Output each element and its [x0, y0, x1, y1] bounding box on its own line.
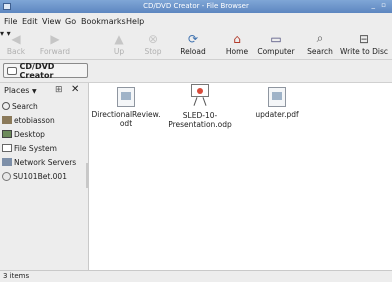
menu-bar: File Edit View Go Bookmarks Help	[0, 14, 392, 28]
location-bar: CD/DVD Creator	[0, 60, 392, 83]
reload-icon: ⟳	[187, 31, 199, 46]
split-pane-icon[interactable]: ⊞	[55, 85, 63, 95]
file-view[interactable]: DirectionalReview. odt SLED-10- Presenta…	[89, 83, 392, 270]
search-icon	[2, 102, 10, 110]
desktop-icon	[2, 130, 12, 138]
stop-icon: ⊗	[147, 31, 159, 46]
up-arrow-icon: ▲	[114, 31, 124, 46]
computer-icon: ▭	[270, 31, 282, 46]
sidebar-item-home[interactable]: etobiasson	[0, 114, 87, 126]
sidebar-item-desktop[interactable]: Desktop	[0, 128, 87, 140]
search-button[interactable]: ⌕ Search	[305, 31, 335, 56]
sidebar-item-network-servers[interactable]: Network Servers	[0, 156, 87, 168]
window-title: CD/DVD Creator - File Browser	[143, 2, 249, 10]
file-name-line1: SLED-10-	[182, 111, 218, 120]
back-button[interactable]: ◀ Back	[4, 31, 28, 57]
file-item[interactable]: DirectionalReview. odt	[90, 87, 162, 128]
network-icon	[2, 158, 12, 166]
status-bar: 3 items	[0, 270, 392, 282]
write-to-disc-label: Write to Disc	[340, 47, 388, 56]
write-disc-icon: ⊟	[358, 31, 370, 46]
toolbar: ◀ Back ▾ ▶ Forward ▾ ▲ Up ⊗ Stop ⟳ Reloa…	[0, 29, 392, 60]
sidebar-header: Places ▼ ⊞ ✕	[2, 83, 86, 99]
back-label: Back	[6, 47, 26, 56]
computer-button[interactable]: ▭ Computer	[256, 31, 296, 57]
title-bar: CD/DVD Creator - File Browser _ ▫	[0, 0, 392, 13]
file-item[interactable]: updater.pdf	[241, 87, 313, 119]
forward-button[interactable]: ▶ Forward	[37, 31, 73, 57]
sidebar-item-label: SU101Bet.001	[13, 171, 67, 181]
sidebar-item-file-system[interactable]: File System	[0, 142, 87, 154]
sidebar-item-label: etobiasson	[14, 115, 55, 125]
sidebar-item-label: Search	[12, 101, 38, 111]
up-button[interactable]: ▲ Up	[107, 31, 131, 57]
document-icon	[117, 87, 135, 107]
home-button[interactable]: ⌂ Home	[224, 31, 250, 57]
sidebar-resize-handle[interactable]	[86, 163, 88, 188]
cd-burner-icon	[7, 66, 17, 75]
up-label: Up	[113, 47, 125, 56]
breadcrumb-cd-dvd-creator[interactable]: CD/DVD Creator	[3, 61, 88, 80]
menu-view[interactable]: View	[42, 17, 61, 26]
menu-edit[interactable]: Edit	[22, 17, 38, 26]
window-controls[interactable]: _ ▫	[372, 1, 388, 9]
forward-arrow-icon: ▶	[50, 31, 60, 46]
sidebar-item-label: Desktop	[14, 129, 45, 139]
sidebar-item-search[interactable]: Search	[0, 100, 87, 112]
sidebar-item-label: File System	[14, 143, 57, 153]
home-icon: ⌂	[233, 31, 241, 46]
stop-button[interactable]: ⊗ Stop	[140, 31, 166, 57]
back-arrow-icon: ◀	[11, 31, 21, 46]
computer-label: Computer	[257, 47, 295, 56]
close-sidebar-icon[interactable]: ✕	[71, 84, 79, 95]
chevron-down-icon: ▼	[31, 88, 37, 95]
places-label: Places	[4, 86, 30, 95]
search-icon: ⌕	[316, 31, 324, 45]
places-dropdown[interactable]: Places ▼	[4, 86, 37, 95]
file-name-line1: updater.pdf	[255, 110, 299, 119]
sidebar: Places ▼ ⊞ ✕ Search etobiasson Desktop F…	[0, 83, 89, 270]
reload-label: Reload	[180, 47, 206, 56]
places-list: Search etobiasson Desktop File System Ne…	[0, 100, 87, 184]
cd-icon	[2, 171, 11, 181]
sidebar-item-cd[interactable]: SU101Bet.001	[0, 170, 87, 182]
item-count: 3 items	[3, 272, 30, 280]
stop-label: Stop	[144, 47, 162, 56]
breadcrumb-label: CD/DVD Creator	[19, 61, 55, 80]
write-to-disc-button[interactable]: ⊟ Write to Disc	[339, 31, 389, 57]
menu-bookmarks[interactable]: Bookmarks	[81, 17, 126, 26]
menu-go[interactable]: Go	[65, 17, 76, 26]
reload-button[interactable]: ⟳ Reload	[178, 31, 208, 57]
home-label: Home	[225, 47, 249, 56]
file-name-line2: Presentation.odp	[168, 120, 232, 129]
search-label: Search	[307, 47, 333, 56]
forward-label: Forward	[39, 47, 71, 56]
file-name-line2: odt	[119, 119, 133, 128]
file-system-icon	[2, 144, 12, 152]
file-name-line1: DirectionalReview.	[91, 110, 161, 119]
menu-help[interactable]: Help	[126, 17, 144, 26]
sidebar-item-label: Network Servers	[14, 157, 77, 167]
file-item[interactable]: SLED-10- Presentation.odp	[164, 84, 236, 129]
menu-file[interactable]: File	[4, 17, 17, 26]
presentation-icon	[189, 84, 211, 108]
pdf-icon	[268, 87, 286, 107]
home-folder-icon	[2, 116, 12, 124]
